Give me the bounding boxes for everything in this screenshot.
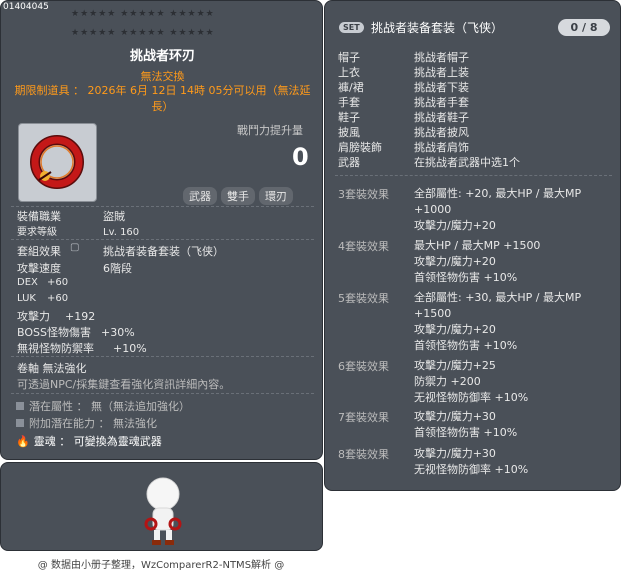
divider [11,239,314,240]
flame-icon: 🔥 [16,434,30,448]
expiry-note: 期限制道具 ： 2026年 6月 12日 14時 05分可以用（無法延長） [14,84,311,113]
power-increase-value: 0 [292,143,309,171]
item-name: 挑战者环刃 [129,49,195,64]
scroll-row: 卷軸 無法強化 [17,362,87,375]
item-tooltip-panel: 01404045 ★★★★★ ★★★★★ ★★★★★ ★★★★★ ★★★★★ ★… [0,0,323,460]
ignore-defense-row: 無視怪物防禦率 +10% [17,342,147,355]
lock-icon: ▢ [70,242,80,253]
tag-weapon: 武器 [183,187,217,205]
dex-row: DEX +60 [17,277,69,288]
divider [11,356,314,357]
boss-damage-row: BOSS怪物傷害 +30% [17,326,135,339]
req-level-row: 要求等級 Lv. 160 [17,227,140,238]
divider [335,175,612,176]
footer-credit: @ 数据由小册子整理，WzComparerR2-NTMS解析 @ [37,560,285,571]
tag-two-handed: 雙手 [221,187,255,205]
trade-note: 無法交換 [140,70,185,83]
bonus-potential-row: 附加潛在能力 ： 無法強化 [16,415,157,431]
soul-row: 🔥 靈魂 ： 可變換為靈魂武器 [16,434,162,449]
item-icon-box [18,123,97,202]
attack-row: 攻擊力 +192 [17,310,96,323]
potential-row: 潛在屬性 ： 無（無法追加強化） [16,398,190,414]
luk-row: LUK +60 [17,293,69,304]
set-effect-row: 套組效果 挑战者装备套装（飞侠） [17,245,224,258]
set-count: 0 / 8 [558,19,610,36]
tag-chakram: 環刃 [259,187,293,205]
power-increase-label: 戰鬥力提升量 [237,124,303,137]
star-force-row-2: ★★★★★ ★★★★★ ★★★★★ [71,28,215,38]
npc-note: 可透過NPC/採集鍵查看強化資訊詳細內容。 [17,378,231,391]
character-avatar-icon [144,477,182,545]
set-title: 挑战者装备套装（飞侠） [371,21,504,35]
divider [11,206,314,207]
potential-square-icon [16,402,24,410]
job-row: 裝備職業 盜賊 [17,210,125,223]
bonus-potential-square-icon [16,419,24,427]
divider [11,393,314,394]
item-tags: 武器 雙手 環刃 [183,187,293,205]
item-id: 01404045 [3,2,49,12]
attack-speed-row: 攻擊速度 6階段 [17,262,132,275]
star-force-row-1: ★★★★★ ★★★★★ ★★★★★ [71,9,215,19]
chakram-icon [30,135,84,189]
set-badge: SET [339,22,364,33]
set-effect-panel: SET 挑战者装备套装（飞侠） 0 / 8 帽子 挑战者帽子 上衣 挑战者上装 褲/… [324,0,621,491]
